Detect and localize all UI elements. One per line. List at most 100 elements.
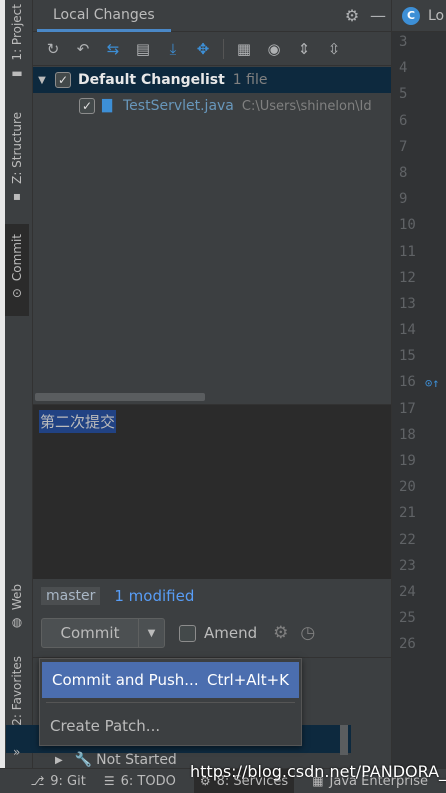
todo-icon: ☰: [103, 774, 115, 788]
status-item-git[interactable]: ⎇ 9: Git: [30, 774, 85, 789]
menu-separator: [46, 702, 295, 703]
tab-local-changes[interactable]: Local Changes: [37, 0, 171, 32]
commit-options-popup: Commit and Push... Ctrl+Alt+K Create Pat…: [39, 658, 302, 746]
line-number: 22: [399, 531, 416, 548]
amend-label[interactable]: Amend: [204, 624, 257, 642]
shelve-icon[interactable]: ✥: [191, 37, 215, 61]
collapse-all-icon[interactable]: ⇳: [322, 37, 346, 61]
sidebar-tab-label: Commit: [10, 234, 24, 282]
expand-arrow-icon[interactable]: ▶: [55, 755, 63, 766]
wrench-icon: 🔧: [74, 752, 93, 768]
line-number: 13: [399, 295, 416, 312]
file-row[interactable]: ✓ ▇ TestServlet.java C:\Users\shinelon\I…: [33, 93, 391, 119]
gear-icon[interactable]: ⚙: [339, 6, 365, 25]
editor-tab-label: Lo: [428, 7, 445, 24]
changelist-checkbox[interactable]: ✓: [55, 72, 71, 88]
line-number: 20: [399, 479, 416, 496]
editor-area: C Lo 3 4 5 6 7 8 9 10 11 12 13 14 15 16 ⊙…: [391, 0, 446, 768]
override-marker-icon[interactable]: ⊙↑: [425, 373, 439, 393]
line-number-with-marker: 16 ⊙↑: [392, 372, 446, 398]
commit-message-text: 第二次提交: [39, 410, 117, 433]
ide-window: 1: Project ▬ Z: Structure ▪ Commit ⊙ Web…: [0, 0, 446, 793]
line-number: 10: [399, 217, 416, 234]
line-number: 5: [399, 86, 408, 103]
line-number: 7: [399, 138, 408, 155]
gear-icon[interactable]: ⚙: [273, 623, 288, 643]
menu-item-commit-and-push[interactable]: Commit and Push... Ctrl+Alt+K: [42, 662, 299, 698]
sidebar-tab-structure[interactable]: Z: Structure ▪: [5, 112, 29, 208]
line-number: 14: [399, 322, 416, 339]
java-file-icon: ▇: [102, 98, 112, 113]
structure-icon: ▪: [12, 188, 22, 203]
line-number: 11: [399, 243, 416, 260]
branch-label: master: [41, 587, 101, 605]
sidebar-tab-web[interactable]: Web ◍: [5, 584, 29, 640]
line-number: 6: [399, 112, 408, 129]
line-number: 18: [399, 426, 416, 443]
changelist-count: 1 file: [232, 72, 268, 88]
class-icon: C: [402, 6, 420, 25]
globe-icon: ◍: [11, 615, 23, 630]
file-name: TestServlet.java: [123, 98, 234, 114]
chevron-down-icon[interactable]: ▼: [138, 619, 164, 647]
commit-panel: Local Changes ⚙ — ↻ ↶ ⇆ ▤ ⤓ ✥ ▦ ◉ ⇕ ⇳ ▼ …: [33, 0, 391, 768]
modified-link[interactable]: 1 modified: [114, 587, 194, 605]
services-tree-item[interactable]: ▶ 🔧 Not Started: [55, 752, 177, 768]
preview-icon[interactable]: ◉: [262, 37, 286, 61]
commit-message-editor[interactable]: 第二次提交: [33, 404, 391, 579]
group-by-icon[interactable]: ▦: [232, 37, 256, 61]
horizontal-scrollbar[interactable]: [35, 393, 205, 401]
line-number: 23: [399, 557, 416, 574]
expand-all-icon[interactable]: ⇕: [292, 37, 316, 61]
changes-tree: ▼ ✓ Default Changelist 1 file ✓ ▇ TestSe…: [33, 67, 391, 402]
minimize-icon[interactable]: —: [365, 6, 391, 25]
commit-button-label[interactable]: Commit: [42, 619, 138, 647]
line-number: 15: [399, 348, 416, 365]
folder-icon: ▬: [11, 65, 23, 80]
update-icon[interactable]: ⤓: [161, 37, 185, 61]
line-number: 3: [399, 34, 408, 50]
line-number: 8: [399, 164, 408, 181]
status-item-todo[interactable]: ☰ 6: TODO: [104, 774, 176, 789]
commit-button[interactable]: Commit ▼: [41, 618, 165, 648]
file-checkbox[interactable]: ✓: [79, 98, 95, 114]
panel-header: Local Changes ⚙ —: [33, 0, 391, 32]
line-number: 9: [399, 191, 408, 208]
clock-icon[interactable]: ◷: [300, 623, 315, 643]
changelist-name: Default Changelist: [78, 72, 225, 88]
commit-icon: ⊙: [11, 286, 23, 301]
line-number: 19: [399, 453, 416, 469]
sidebar-tab-label: 2: Favorites: [10, 656, 24, 726]
line-number-gutter: 3 4 5 6 7 8 9 10 11 12 13 14 15 16 ⊙↑ 17 …: [392, 32, 446, 661]
status-item-label: 9: Git: [50, 773, 86, 789]
watermark: https://blog.csdn.net/PANDORA_A: [190, 762, 446, 781]
line-number: 16: [399, 374, 416, 391]
sidebar-tab-project[interactable]: 1: Project ▬: [5, 4, 29, 90]
rollback-icon[interactable]: ↶: [71, 37, 95, 61]
changelist-row[interactable]: ▼ ✓ Default Changelist 1 file: [33, 67, 391, 93]
menu-item-shortcut: Ctrl+Alt+K: [207, 671, 289, 689]
expand-arrow-icon[interactable]: ▼: [35, 75, 49, 86]
services-item-label: Not Started: [96, 752, 177, 768]
services-scrollbar[interactable]: [340, 725, 348, 755]
branch-row: master 1 modified: [33, 583, 391, 609]
sidebar-tab-label: 1: Project: [10, 4, 24, 61]
line-number: 24: [399, 583, 416, 600]
editor-tab[interactable]: C Lo: [392, 0, 446, 32]
line-number: 4: [399, 60, 408, 77]
status-item-label: 6: TODO: [120, 773, 176, 789]
sidebar-tab-commit[interactable]: Commit ⊙: [5, 224, 29, 316]
amend-checkbox[interactable]: [179, 624, 196, 642]
menu-item-create-patch[interactable]: Create Patch...: [40, 707, 301, 745]
more-chevron-icon[interactable]: »: [13, 745, 20, 759]
diff-icon[interactable]: ⇆: [101, 37, 125, 61]
menu-item-label: Commit and Push...: [52, 671, 199, 689]
sidebar-tab-label: Web: [10, 584, 24, 611]
commit-actions: Commit ▼ Amend ⚙ ◷: [33, 617, 391, 649]
menu-item-label: Create Patch...: [50, 717, 161, 735]
line-number: 26: [399, 636, 416, 653]
changelist-icon[interactable]: ▤: [131, 37, 155, 61]
line-number: 25: [399, 610, 416, 627]
line-number: 12: [399, 269, 416, 286]
refresh-icon[interactable]: ↻: [41, 37, 65, 61]
